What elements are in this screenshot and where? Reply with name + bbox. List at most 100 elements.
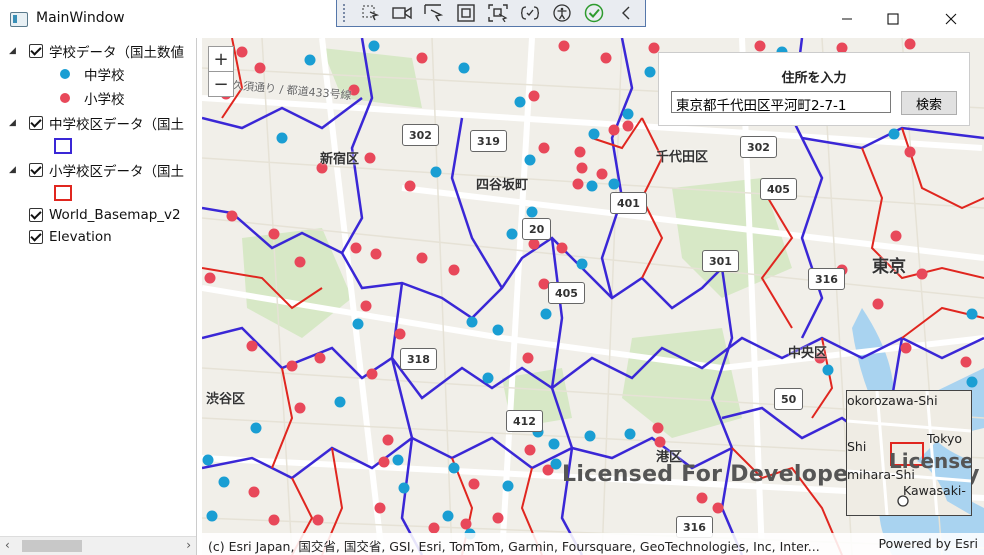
elementary-school-marker[interactable] <box>428 522 440 534</box>
expand-icon[interactable]: ◢ <box>9 165 19 175</box>
middle-school-marker[interactable] <box>466 316 478 328</box>
elementary-school-marker[interactable] <box>754 40 766 52</box>
elementary-school-marker[interactable] <box>522 352 534 364</box>
middle-school-marker[interactable] <box>624 428 636 440</box>
elementary-school-marker[interactable] <box>900 342 912 354</box>
scrollbar-thumb[interactable] <box>22 540 82 552</box>
middle-school-marker[interactable] <box>822 364 834 376</box>
elementary-school-marker[interactable] <box>360 300 372 312</box>
powered-by-text[interactable]: Powered by Esri <box>879 536 978 551</box>
elementary-school-marker[interactable] <box>294 402 306 414</box>
elementary-school-marker[interactable] <box>524 444 536 456</box>
search-button[interactable]: 検索 <box>901 91 957 115</box>
middle-school-marker[interactable] <box>506 228 518 240</box>
elementary-school-marker[interactable] <box>890 230 902 242</box>
elementary-school-marker[interactable] <box>204 272 216 284</box>
middle-school-marker[interactable] <box>276 132 288 144</box>
middle-school-marker[interactable] <box>368 40 380 52</box>
elementary-school-marker[interactable] <box>528 238 540 250</box>
layer-item-basemap[interactable]: World_Basemap_v2 <box>0 204 181 226</box>
zoom-out-button[interactable]: − <box>209 71 233 96</box>
layer-checkbox[interactable] <box>29 208 43 222</box>
elementary-school-marker[interactable] <box>312 514 324 526</box>
layer-item-middle-districts[interactable]: ◢ 中学校区データ（国土 <box>0 112 184 134</box>
middle-school-marker[interactable] <box>304 54 316 66</box>
middle-school-marker[interactable] <box>206 510 218 522</box>
elementary-school-marker[interactable] <box>416 52 428 64</box>
elementary-school-marker[interactable] <box>556 242 568 254</box>
elementary-school-marker[interactable] <box>572 178 584 190</box>
elementary-school-marker[interactable] <box>696 492 708 504</box>
elementary-school-marker[interactable] <box>366 368 378 380</box>
attribution-text[interactable]: (c) Esri Japan, 国交省, 国交省, GSI, Esri, Tom… <box>208 536 820 555</box>
middle-school-marker[interactable] <box>588 128 600 140</box>
elementary-school-marker[interactable] <box>374 502 386 514</box>
elementary-school-marker[interactable] <box>364 152 376 164</box>
close-button[interactable] <box>928 0 974 38</box>
middle-school-marker[interactable] <box>202 454 214 466</box>
maximize-button[interactable] <box>870 0 916 38</box>
overview-map[interactable]: okorozawa-Shi Tokyo Shi mihara-Shi Kawas… <box>846 390 972 516</box>
frame-icon[interactable] <box>453 2 479 24</box>
elementary-school-marker[interactable] <box>226 210 238 222</box>
collapse-icon[interactable] <box>613 2 639 24</box>
zoom-in-button[interactable]: + <box>209 47 233 71</box>
minimize-button[interactable] <box>824 0 870 38</box>
elementary-school-marker[interactable] <box>916 268 928 280</box>
elementary-school-marker[interactable] <box>286 360 298 372</box>
scroll-left-icon[interactable]: ‹ <box>5 538 10 552</box>
layer-item-elevation[interactable]: Elevation <box>0 226 112 248</box>
elementary-school-marker[interactable] <box>448 264 460 276</box>
checkmark-icon[interactable] <box>581 2 607 24</box>
track-focus-icon[interactable] <box>485 2 511 24</box>
horizontal-scrollbar[interactable]: ‹ › <box>0 536 196 555</box>
middle-school-marker[interactable] <box>586 180 598 192</box>
elementary-school-marker[interactable] <box>558 40 570 52</box>
layer-checkbox[interactable] <box>29 116 43 130</box>
elementary-school-marker[interactable] <box>394 328 406 340</box>
layer-checkbox[interactable] <box>29 44 43 58</box>
middle-school-marker[interactable] <box>430 166 442 178</box>
middle-school-marker[interactable] <box>888 128 900 140</box>
elementary-school-marker[interactable] <box>460 518 472 530</box>
middle-school-marker[interactable] <box>966 308 978 320</box>
elementary-school-marker[interactable] <box>404 180 416 192</box>
elementary-school-marker[interactable] <box>268 514 280 526</box>
elementary-school-marker[interactable] <box>468 478 480 490</box>
toolbar-grip[interactable] <box>343 4 349 22</box>
middle-school-marker[interactable] <box>458 62 470 74</box>
elementary-school-marker[interactable] <box>712 502 724 514</box>
elementary-school-marker[interactable] <box>904 38 916 50</box>
elementary-school-marker[interactable] <box>528 90 540 102</box>
middle-school-marker[interactable] <box>398 482 410 494</box>
middle-school-marker[interactable] <box>514 96 526 108</box>
elementary-school-marker[interactable] <box>872 298 884 310</box>
elementary-school-marker[interactable] <box>248 486 260 498</box>
elementary-school-marker[interactable] <box>596 168 608 180</box>
elementary-school-marker[interactable] <box>350 242 362 254</box>
elementary-school-marker[interactable] <box>246 340 258 352</box>
elementary-school-marker[interactable] <box>254 62 266 74</box>
elementary-school-marker[interactable] <box>492 512 504 524</box>
middle-school-marker[interactable] <box>608 178 620 190</box>
select-element-icon[interactable] <box>357 2 383 24</box>
layer-checkbox[interactable] <box>29 230 43 244</box>
expand-icon[interactable]: ◢ <box>9 118 19 128</box>
middle-school-marker[interactable] <box>218 476 230 488</box>
binding-icon[interactable] <box>517 2 543 24</box>
middle-school-marker[interactable] <box>584 430 596 442</box>
pointer-icon[interactable] <box>421 2 447 24</box>
elementary-school-marker[interactable] <box>416 252 428 264</box>
middle-school-marker[interactable] <box>448 462 460 474</box>
accessibility-icon[interactable] <box>549 2 575 24</box>
elementary-school-marker[interactable] <box>378 456 390 468</box>
elementary-school-marker[interactable] <box>608 124 620 136</box>
middle-school-marker[interactable] <box>482 372 494 384</box>
elementary-school-marker[interactable] <box>538 142 550 154</box>
elementary-school-marker[interactable] <box>370 248 382 260</box>
elementary-school-marker[interactable] <box>960 356 972 368</box>
middle-school-marker[interactable] <box>550 458 562 470</box>
elementary-school-marker[interactable] <box>600 52 612 64</box>
elementary-school-marker[interactable] <box>382 434 394 446</box>
middle-school-marker[interactable] <box>526 206 538 218</box>
